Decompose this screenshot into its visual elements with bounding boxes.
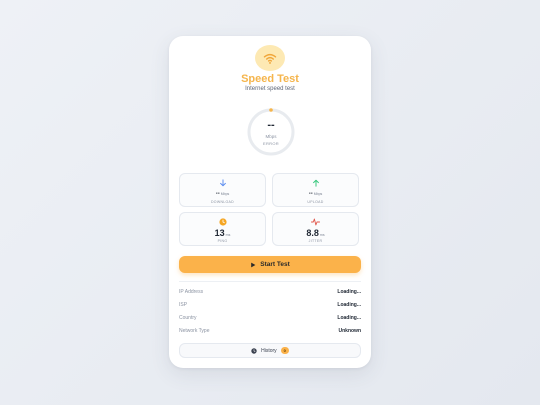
info-value: Loading...	[337, 289, 361, 295]
gauge-indicator-dot	[269, 108, 273, 112]
app-subtitle: Internet speed test	[245, 86, 295, 92]
download-unit: Mbps	[220, 192, 230, 196]
info-key: ISP	[179, 302, 188, 308]
history-count-badge: 0	[280, 347, 289, 354]
gauge-value: --	[267, 119, 275, 131]
app-title: Speed Test	[241, 73, 299, 85]
info-row-ip: IP Address Loading...	[179, 289, 361, 298]
gauge-status: ERROR	[263, 141, 279, 146]
info-key: Country	[179, 315, 197, 321]
info-key: Network Type	[179, 328, 210, 334]
info-key: IP Address	[179, 289, 204, 295]
upload-label: UPLOAD	[307, 200, 324, 204]
speed-test-card: Speed Test Internet speed test -- Mbps E…	[169, 36, 371, 368]
history-label: History	[261, 347, 277, 354]
upload-value: --	[308, 191, 313, 197]
download-stat: --Mbps DOWNLOAD	[179, 173, 266, 207]
history-button[interactable]: History 0	[179, 343, 361, 358]
info-row-network-type: Network Type Unknown	[179, 328, 361, 337]
upload-stat: --Mbps UPLOAD	[272, 173, 359, 207]
ping-unit: ms	[225, 233, 231, 237]
jitter-value: 8.8	[306, 228, 319, 238]
start-test-label: Start Test	[260, 261, 290, 268]
arrow-up-icon	[312, 179, 319, 187]
wifi-logo	[255, 45, 285, 71]
start-test-button[interactable]: Start Test	[179, 256, 361, 273]
play-icon	[251, 262, 256, 267]
jitter-stat: 8.8ms JITTER	[272, 212, 359, 246]
ping-stat: 13ms PING	[179, 212, 266, 246]
jitter-label: JITTER	[308, 239, 323, 243]
wifi-icon	[263, 53, 277, 64]
history-clock-icon	[251, 347, 257, 354]
info-value: Unknown	[338, 328, 362, 334]
info-value: Loading...	[337, 302, 361, 308]
info-row-country: Country Loading...	[179, 315, 361, 324]
clock-icon	[218, 218, 227, 226]
pulse-icon	[311, 218, 320, 226]
download-value: --	[215, 191, 220, 197]
gauge-unit: Mbps	[265, 134, 277, 139]
arrow-down-icon	[219, 179, 226, 187]
divider	[179, 281, 361, 282]
ping-value: 13	[214, 228, 225, 238]
download-label: DOWNLOAD	[210, 200, 234, 204]
ping-label: PING	[217, 239, 228, 243]
info-value: Loading...	[337, 315, 361, 321]
gauge-ring	[247, 108, 295, 156]
upload-unit: Mbps	[313, 192, 323, 196]
jitter-unit: ms	[319, 233, 325, 237]
speed-gauge: -- Mbps ERROR	[246, 107, 296, 157]
info-row-isp: ISP Loading...	[179, 302, 361, 311]
